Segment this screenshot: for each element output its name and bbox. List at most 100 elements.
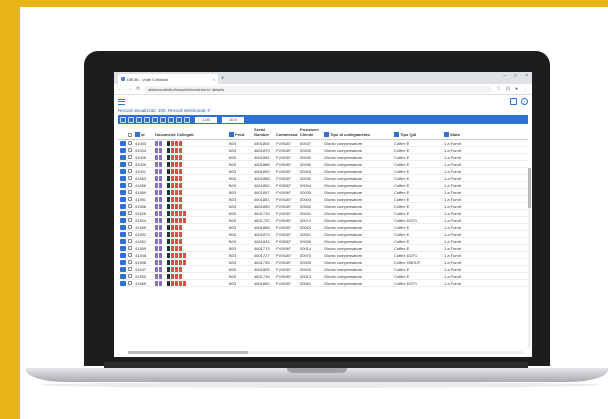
doc-chip[interactable] <box>167 189 170 195</box>
doc-chip[interactable] <box>179 224 182 230</box>
doc-chip[interactable] <box>183 259 186 265</box>
doc-chip[interactable] <box>167 182 170 188</box>
doc-chip[interactable] <box>179 203 182 209</box>
doc-chip[interactable] <box>183 217 186 223</box>
doc-chip[interactable] <box>155 203 158 209</box>
row-checkbox[interactable] <box>128 148 132 152</box>
row-edit-button[interactable] <box>119 168 126 174</box>
row-checkbox[interactable] <box>128 183 132 187</box>
doc-chip[interactable] <box>171 259 174 265</box>
table-row[interactable]: 41551 B03 4601834 FV/5087 00008 Giunto compen… <box>118 238 528 245</box>
doc-chip[interactable] <box>167 266 170 272</box>
doc-chip[interactable] <box>155 168 158 174</box>
doc-chip[interactable] <box>167 273 170 279</box>
range-to-input[interactable]: 10.0 <box>222 116 244 123</box>
row-checkbox[interactable] <box>128 169 132 173</box>
reload-icon[interactable]: ⟳ <box>136 86 140 92</box>
doc-chip[interactable] <box>171 203 174 209</box>
doc-chip[interactable] <box>159 266 162 272</box>
row-edit-button[interactable] <box>119 224 126 230</box>
table-row[interactable]: 41591 B03 4601851 FV/5087 00003 Giunto compen… <box>118 196 528 203</box>
table-row[interactable]: 41504 B03 4601732 FV/5087 00074 Giunto compen… <box>118 217 528 224</box>
doc-chip[interactable] <box>175 245 178 251</box>
doc-chip[interactable] <box>179 259 182 265</box>
doc-chip[interactable] <box>155 280 158 286</box>
doc-chip[interactable] <box>167 245 170 251</box>
row-edit-button[interactable] <box>119 252 126 258</box>
vertical-scrollbar[interactable] <box>528 168 531 348</box>
back-icon[interactable]: ← <box>118 86 123 92</box>
doc-chip[interactable] <box>171 154 174 160</box>
doc-chip[interactable] <box>171 238 174 244</box>
kebab-menu-icon[interactable]: ⋮ <box>523 86 528 92</box>
close-tab-icon[interactable]: × <box>213 77 215 82</box>
chart-icon[interactable] <box>152 116 158 123</box>
doc-chip[interactable] <box>159 273 162 279</box>
doc-chip[interactable] <box>155 217 158 223</box>
doc-chip[interactable] <box>171 273 174 279</box>
row-checkbox[interactable] <box>128 281 132 285</box>
doc-chip[interactable] <box>159 217 162 223</box>
close-icon[interactable] <box>120 116 126 123</box>
doc-chip[interactable] <box>175 259 178 265</box>
doc-chip[interactable] <box>175 140 178 146</box>
doc-chip[interactable] <box>167 224 170 230</box>
doc-chip[interactable] <box>159 154 162 160</box>
doc-chip[interactable] <box>175 189 178 195</box>
doc-chip[interactable] <box>175 266 178 272</box>
doc-chip[interactable] <box>171 196 174 202</box>
horizontal-scrollbar[interactable] <box>128 351 523 354</box>
doc-chip[interactable] <box>167 161 170 167</box>
doc-chip[interactable] <box>167 203 170 209</box>
export-icon[interactable] <box>510 98 517 105</box>
edit-icon[interactable] <box>168 116 174 123</box>
doc-chip[interactable] <box>171 161 174 167</box>
row-checkbox[interactable] <box>128 246 132 250</box>
doc-chip[interactable] <box>179 161 182 167</box>
table-row[interactable]: 41592 B03 4601879 FV/5087 00001 Giunto compen… <box>118 231 528 238</box>
row-edit-button[interactable] <box>119 196 126 202</box>
doc-chip[interactable] <box>159 175 162 181</box>
doc-chip[interactable] <box>183 252 186 258</box>
doc-chip[interactable] <box>179 217 182 223</box>
row-checkbox[interactable] <box>128 267 132 271</box>
doc-chip[interactable] <box>159 280 162 286</box>
doc-chip[interactable] <box>155 210 158 216</box>
export-excel-icon[interactable] <box>160 116 166 123</box>
doc-chip[interactable] <box>155 182 158 188</box>
table-row[interactable]: 41004 B03 4601870 FV/5087 00040 Giunto compen… <box>118 147 528 154</box>
table-row[interactable]: 41656 B03 4601852 FV/5087 00004 Giunto compen… <box>118 182 528 189</box>
doc-chip[interactable] <box>159 147 162 153</box>
col-tipo[interactable]: Tipo di collegamento <box>324 132 394 137</box>
doc-chip[interactable] <box>171 280 174 286</box>
doc-chip[interactable] <box>179 196 182 202</box>
doc-chip[interactable] <box>175 196 178 202</box>
table-row[interactable]: 41665 B03 4601660 FV/5087 00061 Giunto compen… <box>118 280 528 287</box>
table-row[interactable]: 41005 B03 4601884 FV/5087 00030 Giunto compen… <box>118 154 528 161</box>
table-row[interactable]: 41663 B03 4601858 FV/5087 00030 Giunto compen… <box>118 175 528 182</box>
hamburger-menu-icon[interactable] <box>118 98 125 105</box>
doc-chip[interactable] <box>167 140 170 146</box>
doc-chip[interactable] <box>171 210 174 216</box>
doc-chip[interactable] <box>159 252 162 258</box>
doc-chip[interactable] <box>179 182 182 188</box>
doc-chip[interactable] <box>179 280 182 286</box>
row-checkbox[interactable] <box>128 253 132 257</box>
row-checkbox[interactable] <box>128 225 132 229</box>
save-icon[interactable] <box>136 116 142 123</box>
row-checkbox[interactable] <box>128 274 132 278</box>
doc-chip[interactable] <box>167 252 170 258</box>
doc-chip[interactable] <box>175 182 178 188</box>
settings-icon[interactable] <box>184 116 190 123</box>
doc-chip[interactable] <box>155 252 158 258</box>
select-all-checkbox[interactable] <box>128 133 132 137</box>
doc-chip[interactable] <box>155 175 158 181</box>
doc-chip[interactable] <box>155 140 158 146</box>
doc-chip[interactable] <box>171 168 174 174</box>
doc-chip[interactable] <box>159 168 162 174</box>
browser-tab[interactable]: DBI.BI - Volte Collisioni × <box>118 74 218 84</box>
table-row[interactable]: 41525 B03 4601715 FV/5087 00041 Giunto compen… <box>118 210 528 217</box>
doc-chip[interactable] <box>175 203 178 209</box>
row-edit-button[interactable] <box>119 182 126 188</box>
doc-chip[interactable] <box>175 161 178 167</box>
